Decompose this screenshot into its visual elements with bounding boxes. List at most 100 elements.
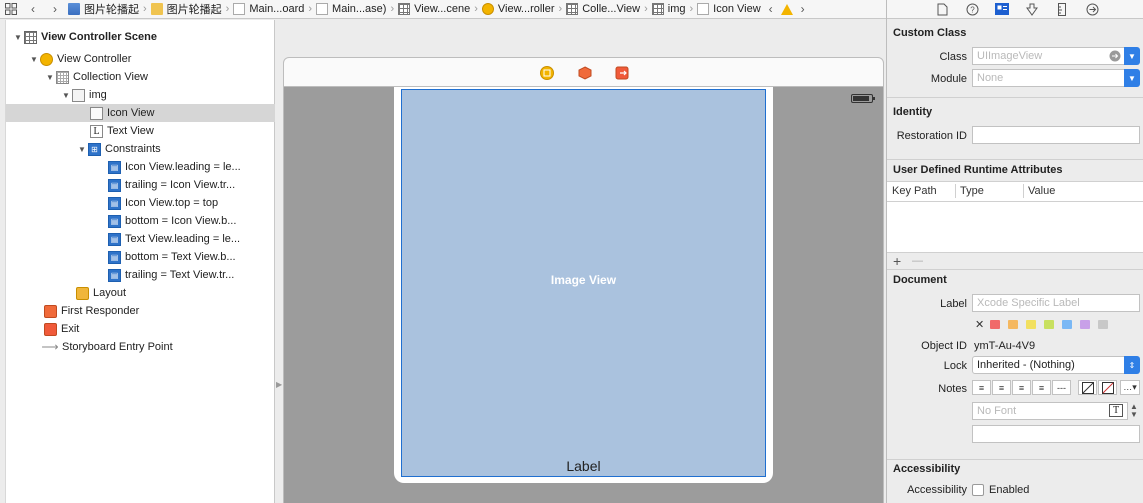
lock-dropdown[interactable]: Inherited - (Nothing) bbox=[972, 356, 1126, 374]
exit-icon[interactable] bbox=[615, 66, 629, 80]
outline-scene[interactable]: ▼ View Controller Scene bbox=[6, 28, 275, 46]
outline-item-constraints[interactable]: ▼ ⊞ Constraints bbox=[6, 140, 275, 158]
outline-item-first-responder[interactable]: First Responder bbox=[6, 302, 275, 320]
outline-item-exit[interactable]: Exit bbox=[6, 320, 275, 338]
cell-label[interactable]: Label bbox=[401, 458, 766, 474]
outline-item-collection-view[interactable]: ▼ Collection View bbox=[6, 68, 275, 86]
next-issue-icon[interactable]: › bbox=[795, 0, 811, 18]
disclosure-triangle-icon[interactable]: ▼ bbox=[14, 33, 24, 42]
label-icon: L bbox=[90, 124, 103, 138]
outline-item-constraint[interactable]: ▤ trailing = Icon View.tr... bbox=[6, 176, 275, 194]
attributes-inspector-icon[interactable] bbox=[1017, 0, 1047, 19]
align-justify-icon[interactable]: ≡ bbox=[1032, 380, 1051, 395]
outline-item-constraint[interactable]: ▤ trailing = Text View.tr... bbox=[6, 266, 275, 284]
breadcrumb-item[interactable]: 图片轮播起 › bbox=[149, 0, 232, 18]
align-natural-icon[interactable]: --- bbox=[1052, 380, 1071, 395]
align-right-icon[interactable]: ≡ bbox=[1012, 380, 1031, 395]
collection-view-icon bbox=[56, 70, 69, 84]
divider bbox=[887, 159, 1143, 160]
exit-icon bbox=[44, 322, 57, 336]
align-center-icon[interactable]: ≡ bbox=[992, 380, 1011, 395]
notes-label: Notes bbox=[938, 383, 967, 395]
align-left-icon[interactable]: ≡ bbox=[972, 380, 991, 395]
identity-inspector-icon[interactable] bbox=[987, 0, 1017, 19]
outline-item-constraint[interactable]: ▤ bottom = Icon View.b... bbox=[6, 212, 275, 230]
outline-item-view-controller[interactable]: ▼ View Controller bbox=[6, 50, 275, 68]
disclosure-triangle-icon[interactable]: ▼ bbox=[30, 55, 40, 64]
breadcrumb-item[interactable]: Main...ase) › bbox=[314, 0, 396, 18]
previous-issue-icon[interactable]: ‹ bbox=[763, 0, 779, 18]
color-label-orange[interactable] bbox=[1008, 320, 1018, 329]
object-id-value: ymT-Au-4V9 bbox=[974, 340, 1036, 352]
color-label-green[interactable] bbox=[1044, 320, 1054, 329]
disclosure-triangle-icon[interactable]: ▼ bbox=[78, 145, 88, 154]
class-dropdown-chevron-icon[interactable]: ▼ bbox=[1124, 47, 1140, 65]
image-view[interactable]: Image View bbox=[401, 89, 766, 477]
breadcrumb-item[interactable]: 图片轮播起 › bbox=[66, 0, 149, 18]
color-label-purple[interactable] bbox=[1080, 320, 1090, 329]
scene-dock bbox=[283, 57, 884, 87]
image-view-icon bbox=[90, 106, 103, 120]
disclosure-triangle-icon[interactable]: ▼ bbox=[46, 73, 56, 82]
breadcrumb-item[interactable]: View...roller › bbox=[480, 0, 564, 18]
font-picker-icon[interactable]: T bbox=[1109, 404, 1123, 417]
quick-help-icon[interactable]: ? bbox=[957, 0, 987, 19]
disclosure-triangle-icon[interactable]: ▼ bbox=[62, 91, 72, 100]
document-label-field[interactable]: Xcode Specific Label bbox=[972, 294, 1140, 312]
restoration-id-field[interactable] bbox=[972, 126, 1140, 144]
clear-color-label-icon[interactable]: ✕ bbox=[975, 318, 984, 331]
column-header-value[interactable]: Value bbox=[1028, 185, 1055, 197]
text-color-icon[interactable] bbox=[1098, 380, 1117, 395]
outline-item-img[interactable]: ▼ img bbox=[6, 86, 275, 104]
back-arrow-icon[interactable]: ‹ bbox=[22, 0, 44, 18]
module-field[interactable]: None bbox=[972, 69, 1126, 87]
color-label-blue[interactable] bbox=[1062, 320, 1072, 329]
outline-toggle-icon[interactable]: ▶ bbox=[276, 380, 282, 392]
breadcrumb-item-current[interactable]: Icon View bbox=[695, 0, 763, 18]
remove-attribute-button[interactable]: — bbox=[912, 255, 923, 267]
module-dropdown-chevron-icon[interactable]: ▼ bbox=[1124, 69, 1140, 87]
column-header-key-path[interactable]: Key Path bbox=[892, 185, 937, 197]
strikethrough-icon[interactable] bbox=[1078, 380, 1097, 395]
notes-font-field[interactable]: No Font bbox=[972, 402, 1128, 420]
class-field[interactable]: UIImageView bbox=[972, 47, 1126, 65]
outline-item-icon-view[interactable]: Icon View bbox=[6, 104, 275, 122]
doc-icon bbox=[316, 3, 329, 15]
breadcrumb-item[interactable]: Main...oard › bbox=[231, 0, 314, 18]
class-arrow-icon[interactable] bbox=[1109, 50, 1121, 62]
color-label-yellow[interactable] bbox=[1026, 320, 1036, 329]
breadcrumb-item[interactable]: img › bbox=[650, 0, 695, 18]
outline-item-layout[interactable]: Layout bbox=[6, 284, 275, 302]
forward-arrow-icon[interactable]: › bbox=[44, 0, 66, 18]
first-responder-icon[interactable] bbox=[578, 66, 592, 80]
runtime-attributes-table[interactable]: Key Path Type Value bbox=[887, 181, 1143, 253]
section-title-runtime-attributes: User Defined Runtime Attributes bbox=[893, 164, 1063, 176]
more-options-icon[interactable]: …▾ bbox=[1120, 380, 1140, 395]
color-label-gray[interactable] bbox=[1098, 320, 1108, 329]
outline-item-constraint[interactable]: ▤ bottom = Text View.b... bbox=[6, 248, 275, 266]
constraint-icon: ▤ bbox=[108, 196, 121, 210]
size-inspector-icon[interactable] bbox=[1047, 0, 1077, 19]
warning-icon[interactable] bbox=[779, 0, 795, 18]
identity-inspector: ? Custom Class Class UIImageView ▼ Modul… bbox=[886, 0, 1143, 503]
file-inspector-icon[interactable] bbox=[927, 0, 957, 19]
column-header-type[interactable]: Type bbox=[960, 185, 984, 197]
outline-item-text-view[interactable]: L Text View bbox=[6, 122, 275, 140]
module-label: Module bbox=[930, 73, 967, 85]
add-attribute-button[interactable]: + bbox=[893, 253, 901, 269]
outline-item-constraint[interactable]: ▤ Icon View.top = top bbox=[6, 194, 275, 212]
related-items-icon[interactable] bbox=[0, 0, 22, 18]
breadcrumb-item[interactable]: View...cene › bbox=[396, 0, 480, 18]
notes-text-area[interactable] bbox=[972, 425, 1140, 443]
breadcrumb-item[interactable]: Colle...View › bbox=[564, 0, 650, 18]
color-label-red[interactable] bbox=[990, 320, 1000, 329]
accessibility-enabled-checkbox[interactable] bbox=[972, 484, 984, 496]
outline-item-constraint[interactable]: ▤ Text View.leading = le... bbox=[6, 230, 275, 248]
view-controller-icon[interactable] bbox=[540, 66, 554, 80]
font-size-stepper-icon[interactable]: ▲ ▼ bbox=[1130, 403, 1138, 419]
outline-item-entry-point[interactable]: ⟶ Storyboard Entry Point bbox=[6, 338, 275, 356]
view-controller-icon bbox=[481, 3, 494, 15]
lock-dropdown-chevron-icon[interactable]: ⇕ bbox=[1124, 356, 1140, 374]
connections-inspector-icon[interactable] bbox=[1077, 0, 1107, 19]
outline-item-constraint[interactable]: ▤ Icon View.leading = le... bbox=[6, 158, 275, 176]
